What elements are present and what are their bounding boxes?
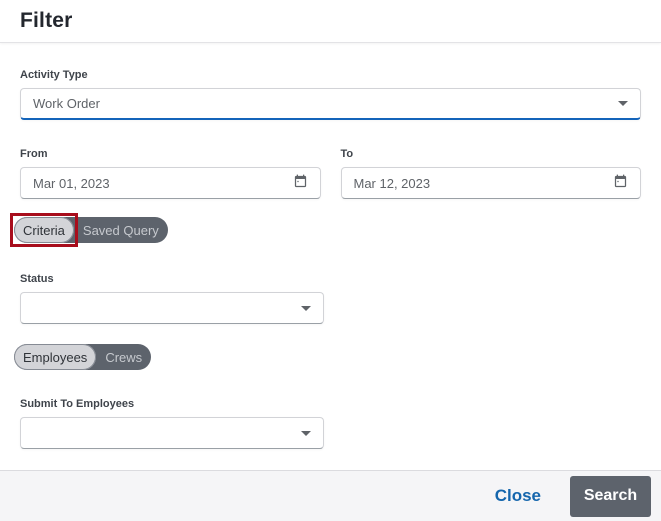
to-date-field: To Mar 12, 2023	[341, 148, 642, 199]
query-mode-toggle-row: Criteria Saved Query	[14, 217, 641, 243]
status-label: Status	[20, 273, 641, 286]
assignee-mode-toggle-row: Employees Crews	[14, 344, 641, 370]
dialog-content: Activity Type Work Order From Mar 01, 20…	[0, 69, 661, 449]
from-date-field: From Mar 01, 2023	[20, 148, 321, 199]
query-mode-toggle: Criteria Saved Query	[14, 217, 168, 243]
from-label: From	[20, 148, 321, 161]
submit-to-employees-label: Submit To Employees	[20, 398, 641, 411]
close-button[interactable]: Close	[495, 486, 541, 506]
chevron-down-icon	[618, 101, 628, 106]
filter-dialog: Filter Activity Type Work Order From Mar…	[0, 0, 661, 521]
toggle-saved-query[interactable]: Saved Query	[74, 217, 168, 243]
chevron-down-icon	[301, 431, 311, 436]
status-field: Status	[20, 273, 641, 324]
activity-type-label: Activity Type	[20, 69, 641, 82]
chevron-down-icon	[301, 306, 311, 311]
to-label: To	[341, 148, 642, 161]
date-range-row: From Mar 01, 2023 To Mar 12, 2023	[20, 148, 641, 199]
activity-type-value: Work Order	[33, 96, 100, 111]
submit-to-employees-field: Submit To Employees	[20, 398, 641, 449]
status-select[interactable]	[20, 292, 324, 324]
search-button[interactable]: Search	[570, 476, 651, 517]
to-date-value: Mar 12, 2023	[354, 176, 431, 191]
toggle-employees[interactable]: Employees	[14, 344, 96, 370]
toggle-crews[interactable]: Crews	[96, 344, 151, 370]
assignee-mode-toggle: Employees Crews	[14, 344, 151, 370]
to-calendar-button[interactable]	[613, 174, 628, 192]
toggle-criteria[interactable]: Criteria	[14, 217, 74, 243]
dialog-footer: Close Search	[0, 470, 661, 521]
dialog-header: Filter	[0, 0, 661, 43]
page-title: Filter	[20, 9, 641, 33]
activity-type-select[interactable]: Work Order	[20, 88, 641, 120]
submit-to-employees-select[interactable]	[20, 417, 324, 449]
calendar-icon	[293, 174, 308, 192]
to-date-input[interactable]: Mar 12, 2023	[341, 167, 642, 199]
from-date-input[interactable]: Mar 01, 2023	[20, 167, 321, 199]
calendar-icon	[613, 174, 628, 192]
from-calendar-button[interactable]	[293, 174, 308, 192]
from-date-value: Mar 01, 2023	[33, 176, 110, 191]
activity-type-field: Activity Type Work Order	[20, 69, 641, 120]
